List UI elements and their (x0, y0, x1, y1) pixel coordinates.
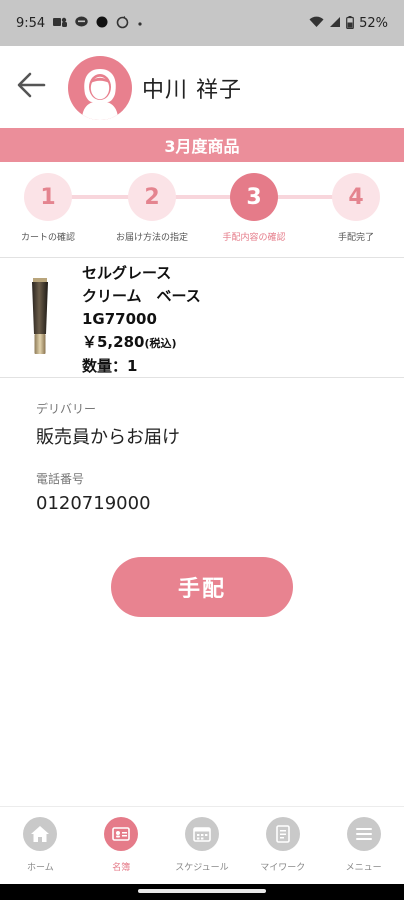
nav-label: ホーム (27, 863, 54, 873)
nav-label: メニュー (345, 863, 382, 873)
step-number: 1 (24, 173, 72, 221)
product-price-row: ￥5,280(税込) (82, 331, 201, 355)
tax-note: (税込) (144, 337, 177, 350)
order-stepper: 1 カートの確認 2 お届け方法の指定 3 手配内容の確認 4 手配完了 (0, 170, 404, 250)
step-label: お届け方法の指定 (115, 233, 188, 243)
phone-label: 電話番号 (36, 472, 85, 486)
menu-icon (346, 817, 381, 851)
divider (0, 377, 404, 378)
product-quantity: 数量：1 (82, 357, 138, 375)
nav-label: 名簿 (112, 863, 131, 873)
record-icon (96, 16, 108, 30)
status-bar: 9:54 52% (0, 0, 404, 46)
step-2: 2 お届け方法の指定 (107, 173, 197, 243)
profile-header: 中川 祥子 (0, 46, 404, 128)
product-code: 1G77000 (82, 310, 157, 328)
nav-label: スケジュール (175, 863, 229, 873)
contact-card-icon (104, 817, 139, 851)
product-item: セルグレース クリーム ベース 1G77000 ￥5,280(税込) 数量：1 (0, 258, 404, 376)
order-button[interactable]: 手配 (111, 557, 293, 617)
wifi-icon (309, 16, 324, 30)
delivery-value: 販売員からお届け (36, 427, 180, 448)
delivery-label: デリバリー (36, 402, 97, 416)
back-arrow-icon (16, 72, 46, 102)
back-button[interactable] (14, 70, 48, 104)
nav-item-mywork[interactable]: マイワーク (242, 807, 323, 884)
step-3: 3 手配内容の確認 (209, 173, 299, 243)
battery-icon (346, 15, 354, 31)
calendar-icon (184, 817, 219, 851)
delivery-field: デリバリー 販売員からお届け (36, 400, 180, 449)
step-1: 1 カートの確認 (3, 173, 93, 243)
step-4: 4 手配完了 (311, 173, 401, 243)
status-time: 9:54 (16, 15, 46, 31)
home-icon (23, 817, 58, 851)
step-label: 手配内容の確認 (222, 233, 286, 243)
product-subname: クリーム ベース (82, 287, 201, 305)
step-number: 3 (230, 173, 278, 221)
gesture-area (0, 884, 404, 900)
product-price: ￥5,280 (82, 333, 145, 351)
teams-icon (53, 16, 68, 30)
gesture-handle[interactable] (138, 889, 266, 893)
month-banner: 3月度商品 (0, 128, 404, 162)
line-icon (75, 16, 88, 30)
bottom-nav: ホーム 名簿 スケジュール マイワーク メニュー (0, 806, 404, 884)
step-number: 4 (332, 173, 380, 221)
banner-title: 3月度商品 (164, 137, 240, 156)
sync-icon (116, 15, 129, 31)
step-label: カートの確認 (20, 233, 75, 243)
battery-percent: 52% (359, 15, 388, 31)
product-info: セルグレース クリーム ベース 1G77000 ￥5,280(税込) 数量：1 (82, 262, 201, 378)
avatar (68, 56, 132, 120)
step-number: 2 (128, 173, 176, 221)
nav-label: マイワーク (260, 863, 306, 873)
mywork-icon (265, 817, 300, 851)
step-label: 手配完了 (337, 233, 374, 243)
product-image (30, 278, 50, 354)
phone-value: 0120719000 (36, 493, 151, 514)
product-name: セルグレース (82, 264, 172, 282)
nav-item-contacts[interactable]: 名簿 (81, 807, 162, 884)
nav-item-schedule[interactable]: スケジュール (162, 807, 243, 884)
signal-icon (329, 16, 341, 30)
user-name: 中川 祥子 (142, 78, 242, 103)
phone-field: 電話番号 0120719000 (36, 470, 151, 514)
nav-item-menu[interactable]: メニュー (323, 807, 404, 884)
dot-icon (137, 17, 143, 29)
nav-item-home[interactable]: ホーム (0, 807, 81, 884)
